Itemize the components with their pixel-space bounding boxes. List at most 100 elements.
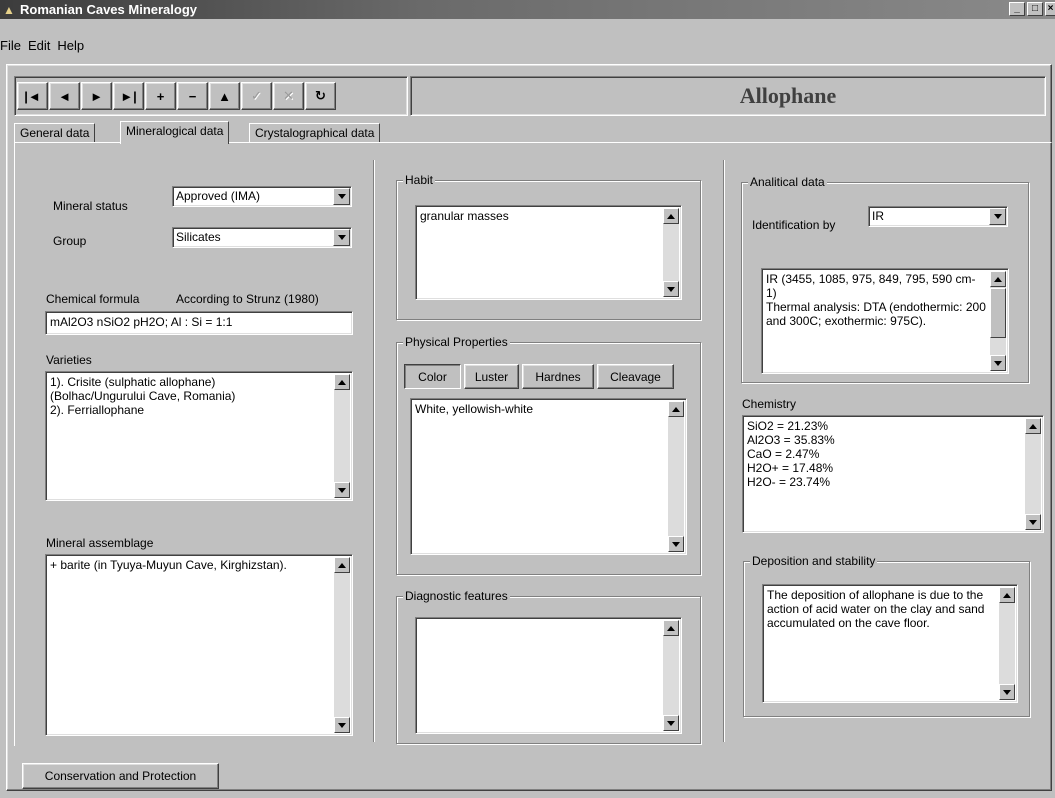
scroll-down-icon[interactable]: [663, 281, 679, 297]
analitical-scrollbar[interactable]: [990, 271, 1006, 371]
scroll-up-icon[interactable]: [663, 208, 679, 224]
varieties-memo[interactable]: 1). Crisite (sulphatic allophane) (Bolha…: [45, 371, 353, 501]
varieties-scrollbar[interactable]: [334, 374, 350, 498]
prior-record-icon: ◄: [58, 88, 71, 104]
hardness-button[interactable]: Hardnes: [522, 364, 594, 389]
luster-button[interactable]: Luster: [464, 364, 519, 389]
scroll-thumb[interactable]: [990, 288, 1006, 338]
app-icon: ▲: [3, 3, 15, 17]
refresh-button[interactable]: ↻: [305, 82, 336, 110]
chemistry-scrollbar[interactable]: [1025, 418, 1041, 530]
color-button[interactable]: Color: [404, 364, 461, 389]
post-record-button[interactable]: ✓: [241, 82, 272, 110]
analitical-data-label: Analitical data: [748, 175, 827, 189]
chemical-formula-label: Chemical formula: [46, 292, 140, 306]
cancel-record-icon: ✕: [283, 88, 294, 103]
menu-help[interactable]: Help: [56, 36, 90, 56]
post-record-icon: ✓: [251, 88, 262, 103]
scroll-up-icon[interactable]: [334, 557, 350, 573]
identification-by-select[interactable]: IR: [868, 206, 1008, 227]
navigator-toolbar: |◄ ◄ ► ►| + − ▲ ✓ ✕ ↻: [14, 76, 408, 116]
tab-crystalographical-data[interactable]: Crystalographical data: [249, 123, 381, 143]
insert-record-icon: +: [156, 88, 165, 104]
analitical-data-text: IR (3455, 1085, 975, 849, 795, 590 cm-1)…: [766, 272, 986, 328]
first-record-icon: |◄: [24, 88, 41, 104]
tab-general-data[interactable]: General data: [14, 123, 96, 143]
habit-memo[interactable]: granular masses: [415, 205, 682, 300]
scroll-down-icon[interactable]: [668, 536, 684, 552]
mineral-assemblage-memo[interactable]: + barite (in Tyuya-Muyun Cave, Kirghizst…: [45, 554, 353, 736]
title-bar[interactable]: ▲ Romanian Caves Mineralogy _ □ ×: [0, 0, 1055, 19]
close-button[interactable]: ×: [1045, 2, 1055, 16]
varieties-text: 1). Crisite (sulphatic allophane) (Bolha…: [50, 375, 236, 417]
physical-scrollbar[interactable]: [668, 401, 684, 552]
diagnostic-features-label: Diagnostic features: [403, 589, 510, 603]
deposition-stability-label: Deposition and stability: [750, 554, 878, 568]
record-title-panel: Allophane: [410, 76, 1046, 116]
deposition-stability-text: The deposition of allophane is due to th…: [767, 588, 985, 630]
identification-by-value: IR: [872, 209, 884, 223]
chevron-down-icon[interactable]: [989, 208, 1006, 225]
physical-properties-text: White, yellowish-white: [415, 402, 534, 416]
group-label: Group: [53, 234, 87, 248]
assemblage-scrollbar[interactable]: [334, 557, 350, 733]
conservation-protection-button[interactable]: Conservation and Protection: [22, 763, 219, 789]
scroll-down-icon[interactable]: [663, 715, 679, 731]
diagnostic-scrollbar[interactable]: [663, 620, 679, 731]
column-separator: [723, 160, 725, 742]
mineral-assemblage-label: Mineral assemblage: [46, 536, 154, 550]
tab-mineralogical-data[interactable]: Mineralogical data: [120, 121, 230, 144]
scroll-down-icon[interactable]: [999, 684, 1015, 700]
physical-properties-memo[interactable]: White, yellowish-white: [410, 398, 687, 555]
maximize-button[interactable]: □: [1027, 2, 1043, 16]
prior-record-button[interactable]: ◄: [49, 82, 80, 110]
analitical-data-memo[interactable]: IR (3455, 1085, 975, 849, 795, 590 cm-1)…: [761, 268, 1009, 374]
scroll-up-icon[interactable]: [663, 620, 679, 636]
habit-scrollbar[interactable]: [663, 208, 679, 297]
identification-by-label: Identification by: [752, 218, 836, 232]
scroll-down-icon[interactable]: [990, 355, 1006, 371]
mineral-status-label: Mineral status: [53, 199, 128, 213]
mineral-status-value: Approved (IMA): [176, 189, 261, 203]
scroll-up-icon[interactable]: [668, 401, 684, 417]
scroll-down-icon[interactable]: [334, 717, 350, 733]
delete-record-button[interactable]: −: [177, 82, 208, 110]
diagnostic-features-memo[interactable]: [415, 617, 682, 734]
minimize-button[interactable]: _: [1009, 2, 1025, 16]
deposition-stability-memo[interactable]: The deposition of allophane is due to th…: [762, 584, 1018, 703]
mineral-status-select[interactable]: Approved (IMA): [172, 186, 352, 207]
varieties-label: Varieties: [46, 353, 92, 367]
cleavage-button[interactable]: Cleavage: [597, 364, 674, 389]
last-record-button[interactable]: ►|: [113, 82, 144, 110]
last-record-icon: ►|: [120, 88, 137, 104]
insert-record-button[interactable]: +: [145, 82, 176, 110]
cancel-record-button[interactable]: ✕: [273, 82, 304, 110]
scroll-up-icon[interactable]: [1025, 418, 1041, 434]
chevron-down-icon[interactable]: [333, 188, 350, 205]
scroll-up-icon[interactable]: [990, 271, 1006, 287]
edit-record-button[interactable]: ▲: [209, 82, 240, 110]
first-record-button[interactable]: |◄: [17, 82, 48, 110]
physical-properties-label: Physical Properties: [403, 335, 510, 349]
scroll-up-icon[interactable]: [999, 587, 1015, 603]
chemistry-memo[interactable]: SiO2 = 21.23% Al2O3 = 35.83% CaO = 2.47%…: [742, 415, 1044, 533]
window-title: Romanian Caves Mineralogy: [20, 2, 197, 17]
deposition-scrollbar[interactable]: [999, 587, 1015, 700]
mineral-assemblage-text: + barite (in Tyuya-Muyun Cave, Kirghizst…: [50, 558, 287, 572]
scroll-down-icon[interactable]: [334, 482, 350, 498]
next-record-icon: ►: [90, 88, 103, 104]
scroll-down-icon[interactable]: [1025, 514, 1041, 530]
scroll-up-icon[interactable]: [334, 374, 350, 390]
chemistry-text: SiO2 = 21.23% Al2O3 = 35.83% CaO = 2.47%…: [747, 419, 835, 489]
habit-text: granular masses: [420, 209, 509, 223]
group-select[interactable]: Silicates: [172, 227, 352, 248]
next-record-button[interactable]: ►: [81, 82, 112, 110]
group-value: Silicates: [176, 230, 221, 244]
menu-edit[interactable]: Edit: [27, 36, 56, 56]
chevron-down-icon[interactable]: [333, 229, 350, 246]
menu-file[interactable]: File: [0, 36, 27, 56]
record-title: Allophane: [739, 83, 837, 108]
chemical-formula-field[interactable]: mAl2O3 nSiO2 pH2O; Al : Si = 1:1: [45, 311, 353, 335]
refresh-icon: ↻: [315, 88, 326, 103]
menu-bar: File Edit Help: [0, 36, 90, 56]
